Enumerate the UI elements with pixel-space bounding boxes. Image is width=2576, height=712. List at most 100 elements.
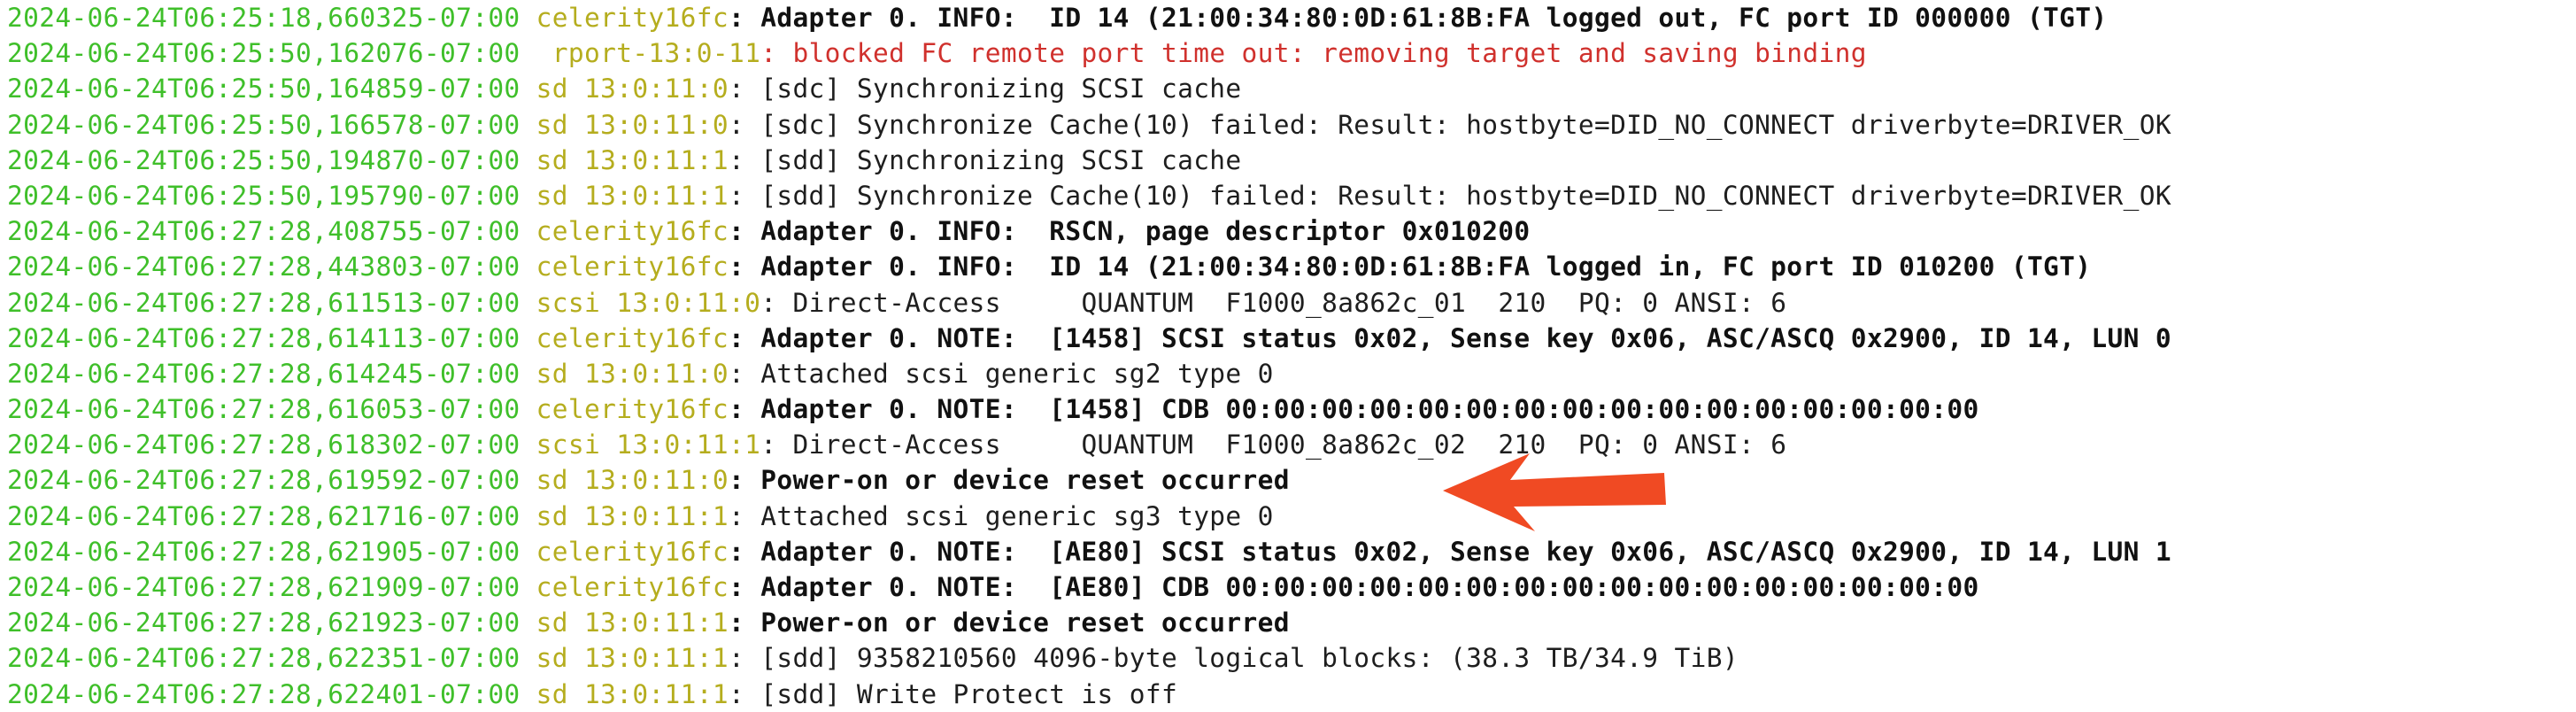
log-line: 2024-06-24T06:25:50,166578-07:00 sd 13:0… bbox=[7, 107, 2574, 143]
log-timestamp: 2024-06-24T06:25:50,195790-07:00 bbox=[7, 180, 521, 211]
log-separator: : bbox=[728, 252, 761, 282]
log-source: celerity16fc bbox=[520, 216, 729, 247]
log-timestamp: 2024-06-24T06:27:28,621923-07:00 bbox=[7, 608, 521, 638]
log-message: Adapter 0. NOTE: [AE80] CDB 00:00:00:00:… bbox=[760, 572, 1979, 602]
log-separator: : bbox=[728, 572, 761, 602]
log-source: celerity16fc bbox=[520, 536, 729, 567]
log-line: 2024-06-24T06:27:28,621909-07:00 celerit… bbox=[7, 569, 2574, 605]
log-timestamp: 2024-06-24T06:27:28,621716-07:00 bbox=[7, 500, 521, 531]
log-line: 2024-06-24T06:27:28,619592-07:00 sd 13:0… bbox=[7, 462, 2574, 498]
log-timestamp: 2024-06-24T06:27:28,614113-07:00 bbox=[7, 322, 521, 353]
log-message: Adapter 0. NOTE: [1458] CDB 00:00:00:00:… bbox=[760, 394, 1979, 425]
log-message: [sdc] Synchronizing SCSI cache bbox=[760, 74, 1242, 104]
log-source: sd 13:0:11:1 bbox=[520, 643, 729, 674]
log-source: scsi 13:0:11:1 bbox=[520, 430, 761, 460]
log-separator: : bbox=[728, 536, 761, 567]
log-line: 2024-06-24T06:27:28,614113-07:00 celerit… bbox=[7, 321, 2574, 356]
log-message: [sdd] Synchronize Cache(10) failed: Resu… bbox=[760, 180, 2171, 211]
log-timestamp: 2024-06-24T06:27:28,443803-07:00 bbox=[7, 252, 521, 282]
log-separator: : bbox=[728, 322, 761, 353]
log-line: 2024-06-24T06:27:28,616053-07:00 celerit… bbox=[7, 391, 2574, 427]
log-source: sd 13:0:11:1 bbox=[520, 608, 729, 638]
log-source: sd 13:0:11:1 bbox=[520, 180, 729, 211]
log-line: 2024-06-24T06:27:28,622351-07:00 sd 13:0… bbox=[7, 640, 2574, 676]
log-source: celerity16fc bbox=[520, 572, 729, 602]
log-separator: : bbox=[728, 394, 761, 425]
log-separator: : bbox=[728, 74, 761, 104]
log-separator: : bbox=[728, 180, 761, 211]
log-line: 2024-06-24T06:25:50,194870-07:00 sd 13:0… bbox=[7, 143, 2574, 178]
log-separator: : bbox=[728, 144, 761, 175]
terminal-output: 2024-06-24T06:25:18,660325-07:00 celerit… bbox=[7, 0, 2574, 712]
log-source: sd 13:0:11:1 bbox=[520, 144, 729, 175]
log-timestamp: 2024-06-24T06:27:28,622401-07:00 bbox=[7, 678, 521, 709]
log-timestamp: 2024-06-24T06:27:28,618302-07:00 bbox=[7, 430, 521, 460]
log-source: sd 13:0:11:1 bbox=[520, 678, 729, 709]
log-message: [sdd] Synchronizing SCSI cache bbox=[760, 144, 1242, 175]
log-line: 2024-06-24T06:27:28,443803-07:00 celerit… bbox=[7, 249, 2574, 284]
log-timestamp: 2024-06-24T06:27:28,621909-07:00 bbox=[7, 572, 521, 602]
log-line: 2024-06-24T06:27:28,621716-07:00 sd 13:0… bbox=[7, 499, 2574, 534]
log-source: celerity16fc bbox=[520, 3, 729, 33]
log-line: 2024-06-24T06:25:18,660325-07:00 celerit… bbox=[7, 0, 2574, 35]
log-timestamp: 2024-06-24T06:27:28,614245-07:00 bbox=[7, 358, 521, 389]
log-message: Direct-Access QUANTUM F1000_8a862c_01 21… bbox=[792, 287, 1787, 318]
log-timestamp: 2024-06-24T06:27:28,622351-07:00 bbox=[7, 643, 521, 674]
log-source: celerity16fc bbox=[520, 322, 729, 353]
log-line: 2024-06-24T06:27:28,621905-07:00 celerit… bbox=[7, 534, 2574, 569]
log-line: 2024-06-24T06:27:28,621923-07:00 sd 13:0… bbox=[7, 605, 2574, 640]
log-separator: : bbox=[728, 608, 761, 638]
log-message: Power-on or device reset occurred bbox=[760, 465, 1290, 496]
log-separator: : bbox=[728, 643, 761, 674]
log-error-message: blocked FC remote port time out: removin… bbox=[792, 38, 1867, 69]
log-separator: : bbox=[728, 500, 761, 531]
log-timestamp: 2024-06-24T06:27:28,408755-07:00 bbox=[7, 216, 521, 247]
log-separator: : bbox=[760, 38, 793, 69]
log-separator: : bbox=[728, 216, 761, 247]
log-timestamp: 2024-06-24T06:27:28,621905-07:00 bbox=[7, 536, 521, 567]
log-source: sd 13:0:11:0 bbox=[520, 74, 729, 104]
log-separator: : bbox=[728, 358, 761, 389]
log-separator: : bbox=[728, 678, 761, 709]
log-timestamp: 2024-06-24T06:27:28,619592-07:00 bbox=[7, 465, 521, 496]
log-timestamp: 2024-06-24T06:25:50,194870-07:00 bbox=[7, 144, 521, 175]
log-line: 2024-06-24T06:25:50,162076-07:00 rport-1… bbox=[7, 35, 2574, 71]
log-source: rport-13:0-11 bbox=[520, 38, 761, 69]
log-message: Adapter 0. NOTE: [1458] SCSI status 0x02… bbox=[760, 322, 2171, 353]
log-separator: : bbox=[728, 3, 761, 33]
log-separator: : bbox=[760, 430, 793, 460]
log-line: 2024-06-24T06:27:28,618302-07:00 scsi 13… bbox=[7, 427, 2574, 462]
log-message: Adapter 0. INFO: RSCN, page descriptor 0… bbox=[760, 216, 1531, 247]
log-source: scsi 13:0:11:0 bbox=[520, 287, 761, 318]
log-line: 2024-06-24T06:25:50,164859-07:00 sd 13:0… bbox=[7, 71, 2574, 106]
log-line: 2024-06-24T06:27:28,408755-07:00 celerit… bbox=[7, 213, 2574, 249]
log-timestamp: 2024-06-24T06:25:18,660325-07:00 bbox=[7, 3, 521, 33]
log-message: Power-on or device reset occurred bbox=[760, 608, 1290, 638]
log-source: sd 13:0:11:0 bbox=[520, 109, 729, 140]
log-line: 2024-06-24T06:27:28,614245-07:00 sd 13:0… bbox=[7, 356, 2574, 391]
log-separator: : bbox=[728, 465, 761, 496]
log-source: sd 13:0:11:1 bbox=[520, 500, 729, 531]
log-separator: : bbox=[728, 109, 761, 140]
arrow-left-icon bbox=[1443, 453, 1666, 531]
log-timestamp: 2024-06-24T06:25:50,166578-07:00 bbox=[7, 109, 521, 140]
log-timestamp: 2024-06-24T06:27:28,616053-07:00 bbox=[7, 394, 521, 425]
log-message: Attached scsi generic sg3 type 0 bbox=[760, 500, 1274, 531]
log-timestamp: 2024-06-24T06:27:28,611513-07:00 bbox=[7, 287, 521, 318]
log-line: 2024-06-24T06:25:50,195790-07:00 sd 13:0… bbox=[7, 178, 2574, 213]
log-timestamp: 2024-06-24T06:25:50,162076-07:00 bbox=[7, 38, 521, 69]
log-message: Adapter 0. INFO: ID 14 (21:00:34:80:0D:6… bbox=[760, 252, 2092, 282]
log-source: sd 13:0:11:0 bbox=[520, 358, 729, 389]
log-message: Adapter 0. NOTE: [AE80] SCSI status 0x02… bbox=[760, 536, 2171, 567]
log-message: [sdc] Synchronize Cache(10) failed: Resu… bbox=[760, 109, 2171, 140]
log-message: [sdd] Write Protect is off bbox=[760, 678, 1178, 709]
log-source: celerity16fc bbox=[520, 252, 729, 282]
log-message: Attached scsi generic sg2 type 0 bbox=[760, 358, 1274, 389]
log-timestamp: 2024-06-24T06:25:50,164859-07:00 bbox=[7, 74, 521, 104]
log-separator: : bbox=[760, 287, 793, 318]
log-source: celerity16fc bbox=[520, 394, 729, 425]
log-message: Adapter 0. INFO: ID 14 (21:00:34:80:0D:6… bbox=[760, 3, 2108, 33]
log-source: sd 13:0:11:0 bbox=[520, 465, 729, 496]
log-message: [sdd] 9358210560 4096-byte logical block… bbox=[760, 643, 1739, 674]
log-line: 2024-06-24T06:27:28,611513-07:00 scsi 13… bbox=[7, 285, 2574, 321]
